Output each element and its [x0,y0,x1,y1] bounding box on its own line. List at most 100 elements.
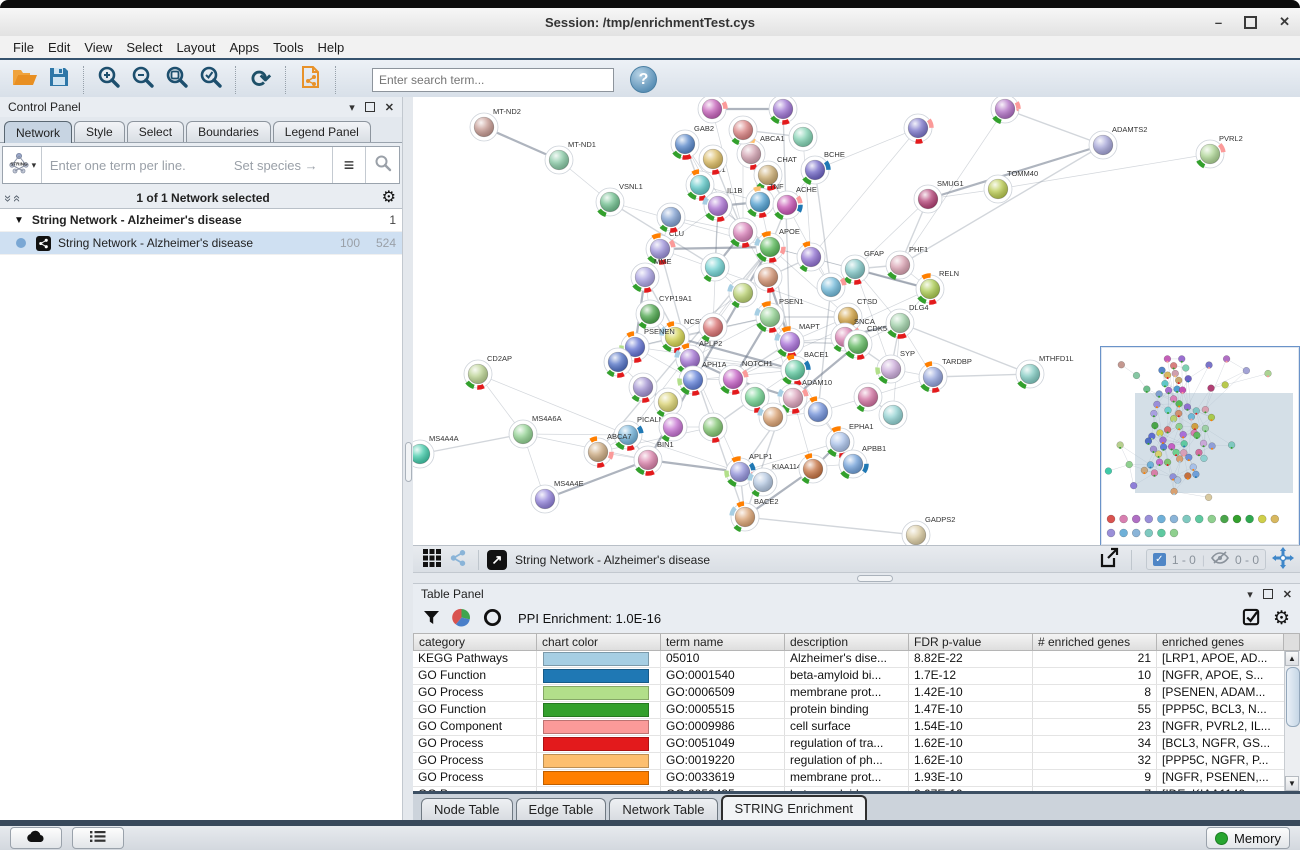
network-node[interactable]: PSEN1 [756,297,804,331]
tab-node-table[interactable]: Node Table [421,798,513,821]
network-node[interactable] [659,413,687,441]
menu-file[interactable]: File [6,38,41,57]
network-node[interactable]: PHF1 [886,245,928,279]
menu-help[interactable]: Help [311,38,352,57]
table-row[interactable]: GO ProcessGO:0033619membrane prot...1.93… [413,770,1285,787]
zoom-in-button[interactable] [92,65,126,95]
help-button[interactable]: ? [630,66,657,93]
panel-float-button[interactable]: ▾ [1247,588,1253,601]
network-canvas[interactable]: MT-ND2MT-ND1VSNL1GAB2ADAMTS2PVRL2SMUG1TO… [413,97,1300,545]
panel-close-button[interactable]: ✕ [385,101,394,114]
network-node[interactable] [698,97,726,123]
network-node[interactable]: MT-ND1 [545,140,596,174]
network-node[interactable]: SMUG1 [914,179,964,213]
network-row[interactable]: String Network - Alzheimer's disease 100… [0,232,402,255]
tab-boundaries[interactable]: Boundaries [186,121,271,142]
column-header-FDR-p-value[interactable]: FDR p-value [909,633,1033,651]
enrichment-settings-gear-icon[interactable]: ⚙ [1273,609,1290,628]
import-network-button[interactable] [294,65,328,95]
table-row[interactable]: GO FunctionGO:0001540beta-amyloid bi...1… [413,668,1285,685]
network-node[interactable]: MS4A6A [509,414,562,448]
network-node[interactable] [701,253,729,281]
open-session-button[interactable] [8,65,42,95]
pie-chart-icon[interactable] [452,608,471,630]
network-node[interactable]: VSNL1 [596,182,643,216]
network-node[interactable] [654,388,682,416]
share-network-icon[interactable] [449,549,467,570]
network-node[interactable] [799,455,827,483]
table-scrollbar[interactable]: ▲ ▼ [1284,651,1300,791]
zoom-out-button[interactable] [126,65,160,95]
pan-crosshair-icon[interactable] [1272,547,1294,572]
scrollbar-thumb[interactable] [1286,667,1300,727]
tab-network-table[interactable]: Network Table [609,798,717,821]
window-titlebar[interactable]: Session: /tmp/enrichmentTest.cys [0,8,1300,37]
table-row[interactable]: GO ProcessGO:0006509membrane prot...1.42… [413,685,1285,702]
network-node[interactable]: BCHE [801,150,845,184]
table-row[interactable]: KEGG Pathways05010Alzheimer's dise...8.8… [413,651,1285,668]
network-node[interactable] [879,401,907,429]
task-history-button[interactable] [72,827,124,849]
scroll-up-arrow[interactable]: ▲ [1285,651,1299,666]
zoom-selected-button[interactable] [194,65,228,95]
network-node[interactable]: RELN [916,269,959,303]
table-row[interactable]: GO ProcessGO:0019220regulation of ph...1… [413,753,1285,770]
table-row[interactable]: GO ProcessGO:0051049regulation of tra...… [413,736,1285,753]
network-node[interactable]: BACE2 [731,497,779,531]
string-options-button[interactable]: ≡ [332,147,366,183]
filter-icon[interactable] [423,609,440,629]
string-source-selector[interactable]: STRING ▾ [3,147,42,183]
panel-float-button[interactable]: ▾ [349,101,355,114]
menu-layout[interactable]: Layout [169,38,222,57]
network-node[interactable]: ADAMTS2 [1089,125,1147,159]
column-header-enriched-genes[interactable]: enriched genes [1157,633,1284,651]
save-session-button[interactable] [42,65,76,95]
table-row[interactable]: GO FunctionGO:0005515protein binding1.47… [413,702,1285,719]
network-node[interactable] [729,116,757,144]
network-node[interactable] [991,97,1019,123]
network-node[interactable] [904,114,932,142]
network-node[interactable] [797,243,825,271]
zoom-fit-button[interactable] [160,65,194,95]
set-species-hint[interactable]: Set species → [234,158,318,173]
column-header-chart-color[interactable]: chart color [537,633,661,651]
maximize-button[interactable] [1244,16,1257,29]
network-node[interactable]: GFAP [841,249,884,283]
network-node[interactable]: GADPS2 [902,515,955,545]
collection-expander-icon[interactable]: ▼ [14,215,24,226]
network-node[interactable]: TARDBP [919,357,972,391]
menu-apps[interactable]: Apps [223,38,267,57]
network-node[interactable] [629,373,657,401]
network-node[interactable] [657,203,685,231]
network-node[interactable]: CD2AP [464,354,512,388]
network-node[interactable] [699,145,727,173]
column-header-description[interactable]: description [785,633,909,651]
select-terms-checkbox-icon[interactable] [1242,608,1261,630]
network-node[interactable]: ABCA7 [584,432,632,466]
column-header-category[interactable]: category [413,633,537,651]
splitter-grip[interactable] [405,442,412,482]
network-node[interactable] [754,263,782,291]
network-node[interactable] [699,313,727,341]
minimize-button[interactable]: – [1215,15,1222,30]
network-node[interactable] [789,123,817,151]
tab-style[interactable]: Style [74,121,125,142]
grid-view-icon[interactable] [423,549,441,570]
splitter-grip[interactable] [857,575,893,582]
close-button[interactable]: ✕ [1279,14,1290,30]
tab-legend-panel[interactable]: Legend Panel [273,121,371,142]
network-node[interactable] [699,413,727,441]
network-node[interactable] [729,279,757,307]
ring-chart-icon[interactable] [483,608,502,630]
panel-close-button[interactable]: ✕ [1283,588,1292,601]
search-input[interactable] [372,68,614,92]
network-node[interactable]: PVRL2 [1196,134,1243,168]
menu-edit[interactable]: Edit [41,38,77,57]
panel-undock-button[interactable] [1263,589,1273,599]
network-node[interactable] [759,403,787,431]
network-collection-row[interactable]: ▼ String Network - Alzheimer's disease 1 [0,209,402,232]
tab-select[interactable]: Select [127,121,184,142]
tab-string-enrichment[interactable]: STRING Enrichment [721,795,867,822]
scroll-down-arrow[interactable]: ▼ [1285,776,1299,791]
column-header-term-name[interactable]: term name [661,633,785,651]
